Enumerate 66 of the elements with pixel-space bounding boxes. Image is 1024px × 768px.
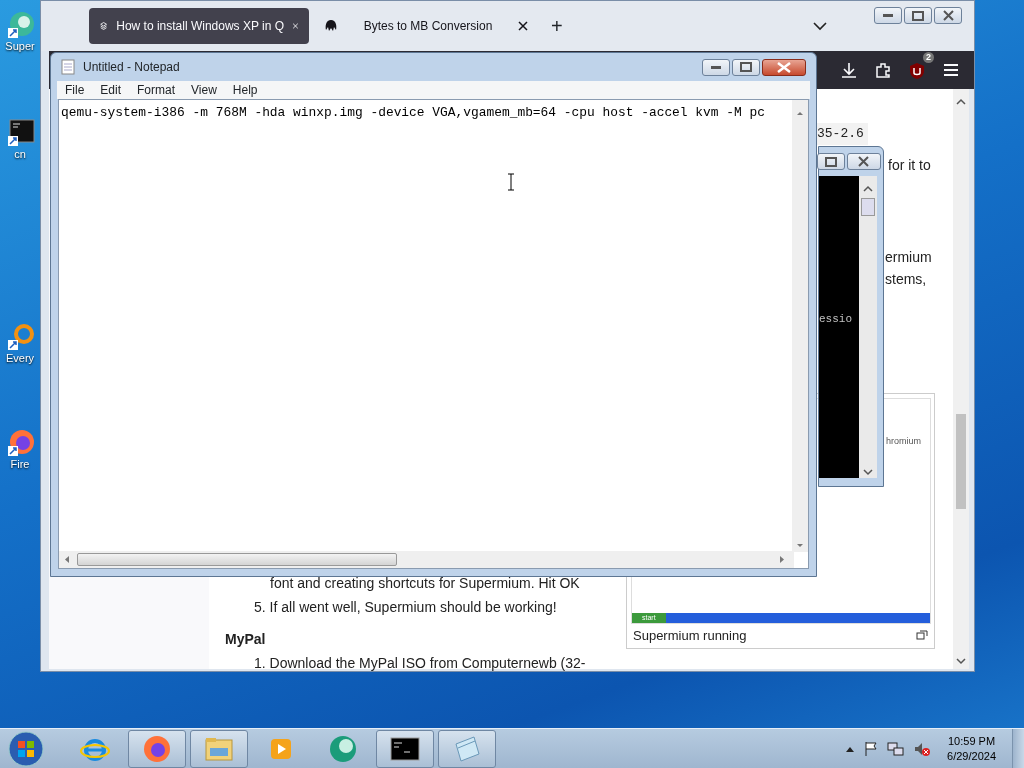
- close-icon[interactable]: [517, 20, 529, 32]
- window-title: Untitled - Notepad: [83, 59, 180, 76]
- figure-caption: Supermium running: [633, 627, 747, 645]
- clock-date[interactable]: 6/29/2024: [947, 748, 996, 764]
- download-icon[interactable]: [840, 61, 858, 79]
- chevron-down-icon[interactable]: [812, 21, 827, 31]
- magnifier-icon[interactable]: [8, 322, 36, 350]
- maximize-icon[interactable]: [740, 62, 752, 72]
- sphere-icon: [328, 733, 358, 764]
- flag-icon[interactable]: [863, 740, 880, 757]
- maximize-button[interactable]: [817, 153, 845, 170]
- minimize-button[interactable]: [874, 7, 902, 24]
- browser-tab[interactable]: Bytes to MB Conversion: [313, 8, 539, 44]
- extensions-badge: 2: [923, 52, 934, 63]
- document-text: qemu-system-i386 -m 768M -hda winxp.img -device VGA,vgamem_mb=64 -cpu host -accel kvm -M pc: [61, 104, 765, 122]
- show-desktop-button[interactable]: [1012, 728, 1024, 768]
- close-icon[interactable]: [942, 10, 954, 21]
- menu-item[interactable]: Edit: [92, 81, 130, 99]
- console-icon[interactable]: [8, 118, 36, 146]
- menu-item[interactable]: Help: [224, 81, 266, 99]
- start-orb-icon[interactable]: [6, 728, 46, 768]
- clock-time[interactable]: 10:59 PM: [947, 733, 996, 749]
- scrollbar[interactable]: [792, 100, 808, 552]
- scroll-down-icon[interactable]: [953, 655, 969, 667]
- shield-icon[interactable]: [908, 61, 926, 80]
- firefox-icon: [142, 733, 172, 764]
- taskbar-button[interactable]: [376, 729, 434, 768]
- menu-item[interactable]: File: [57, 81, 93, 99]
- menu-item[interactable]: View: [183, 81, 225, 99]
- puzzle-icon[interactable]: [874, 61, 892, 79]
- notepad-icon: [452, 733, 482, 764]
- console-text: essio: [819, 312, 852, 327]
- expand-icon[interactable]: [916, 630, 928, 640]
- scroll-thumb[interactable]: [956, 414, 966, 509]
- desktop-icon-label[interactable]: Fire: [10, 456, 30, 473]
- menu-icon[interactable]: [942, 62, 960, 78]
- text-area[interactable]: qemu-system-i386 -m 768M -hda winxp.img -device VGA,vgamem_mb=64 -cpu host -accel kvm -M pc: [58, 99, 809, 569]
- maximize-icon[interactable]: [912, 10, 924, 21]
- screenshot-title: hromium: [886, 435, 921, 448]
- minimize-icon[interactable]: [711, 65, 721, 69]
- scroll-thumb[interactable]: [861, 198, 875, 216]
- new-tab-button[interactable]: +: [543, 14, 571, 38]
- list-item-text: font and creating shortcuts for Supermium. Hit OK: [270, 574, 580, 593]
- notepad-icon: [61, 59, 75, 75]
- text-cursor-icon: [507, 173, 515, 191]
- browser-tab[interactable]: How to install Windows XP in Q: [89, 8, 309, 44]
- list-item-text: 5. If all went well, Supermium should be working!: [254, 598, 557, 617]
- network-icon[interactable]: [887, 740, 906, 757]
- app-icon[interactable]: [8, 10, 36, 38]
- paragraph-text: stems,: [885, 270, 927, 289]
- desktop-icon-label[interactable]: Every: [5, 350, 35, 367]
- list-item-text: 1. Download the MyPal ISO from Computernewb (32-: [254, 654, 586, 673]
- menu-item[interactable]: Format: [129, 81, 184, 99]
- scrollbar[interactable]: [953, 89, 969, 669]
- firefox-icon[interactable]: [8, 428, 36, 456]
- minimize-button[interactable]: [702, 58, 730, 76]
- paragraph-text: for it to: [888, 156, 931, 175]
- maximize-button[interactable]: [904, 7, 932, 24]
- maximize-button[interactable]: [732, 58, 760, 76]
- section-heading: MyPal: [225, 631, 266, 648]
- scrollbar[interactable]: [59, 551, 794, 568]
- paragraph-text: ermium: [885, 248, 932, 267]
- scrollbar[interactable]: [859, 176, 877, 478]
- close-button[interactable]: [762, 58, 806, 76]
- close-button[interactable]: [934, 7, 962, 24]
- scroll-thumb[interactable]: [77, 553, 397, 566]
